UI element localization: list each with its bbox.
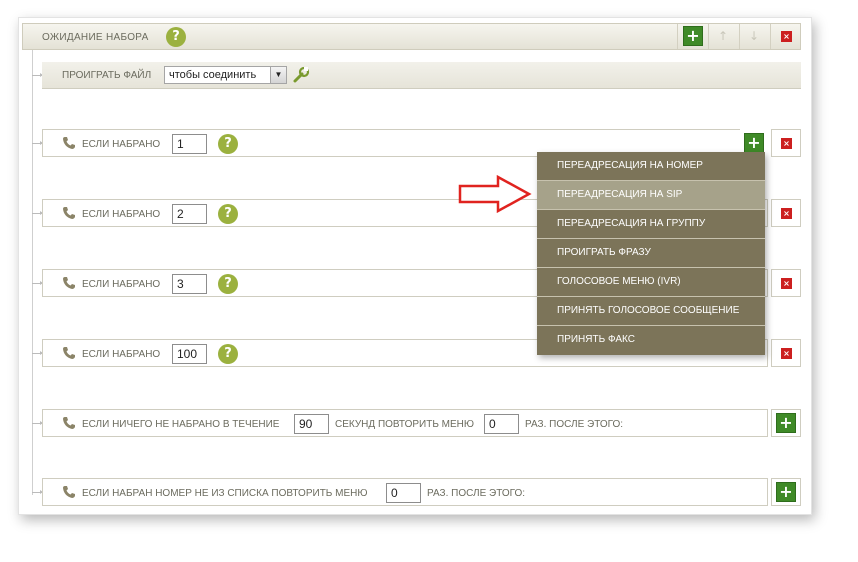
delete-icon[interactable]: × <box>781 31 792 42</box>
chevron-down-icon[interactable]: ▼ <box>270 67 286 83</box>
phone-icon <box>63 207 75 219</box>
separator <box>708 24 709 49</box>
phone-icon <box>63 486 75 498</box>
dial-option-label: ЕСЛИ НАБРАНО <box>82 279 161 290</box>
pointer-arrow-icon <box>458 175 532 213</box>
play-file-select[interactable]: чтобы соединить ▼ <box>164 66 287 84</box>
play-file-label: ПРОИГРАТЬ ФАЙЛ <box>62 70 152 81</box>
menu-item-voicemail[interactable]: ПРИНЯТЬ ГОЛОСОВОЕ СООБЩЕНИЕ <box>537 297 765 326</box>
menu-item-voice-menu[interactable]: ГОЛОСОВОЕ МЕНЮ (IVR) <box>537 268 765 297</box>
tree-connector <box>32 73 43 77</box>
delete-box: × <box>771 339 801 367</box>
play-file-select-value: чтобы соединить <box>169 69 257 81</box>
add-action-box: + <box>771 478 801 506</box>
add-action-button[interactable]: + <box>776 482 796 502</box>
menu-item-play-phrase[interactable]: ПРОИГРАТЬ ФРАЗУ <box>537 239 765 268</box>
separator <box>677 24 678 49</box>
separator <box>770 24 771 49</box>
menu-item-forward-sip[interactable]: ПЕРЕАДРЕСАЦИЯ НА SIP <box>537 181 765 210</box>
page-title: ОЖИДАНИЕ НАБОРА <box>42 32 149 43</box>
wrench-icon[interactable] <box>292 66 310 84</box>
delete-box: × <box>771 269 801 297</box>
dial-option-label: ЕСЛИ НАБРАНО <box>82 209 161 220</box>
action-dropdown-menu: ПЕРЕАДРЕСАЦИЯ НА НОМЕР ПЕРЕАДРЕСАЦИЯ НА … <box>537 152 765 355</box>
move-up-icon[interactable]: ↑ <box>716 28 730 44</box>
repeat-label: СЕКУНД ПОВТОРИТЬ МЕНЮ <box>335 419 474 430</box>
repeat-times-input[interactable]: 0 <box>386 483 421 503</box>
add-action-box: + <box>771 409 801 437</box>
add-action-button[interactable]: + <box>776 413 796 433</box>
digit-input[interactable]: 2 <box>172 204 207 224</box>
delete-icon[interactable]: × <box>781 348 792 359</box>
invalid-number-label: ЕСЛИ НАБРАН НОМЕР НЕ ИЗ СПИСКА ПОВТОРИТЬ… <box>82 488 368 499</box>
menu-item-forward-group[interactable]: ПЕРЕАДРЕСАЦИЯ НА ГРУППУ <box>537 210 765 239</box>
timeout-label: ЕСЛИ НИЧЕГО НЕ НАБРАНО В ТЕЧЕНИЕ <box>82 419 280 430</box>
add-action-button[interactable]: + <box>744 133 764 153</box>
help-icon[interactable]: ? <box>218 204 238 224</box>
play-file-row: ПРОИГРАТЬ ФАЙЛ чтобы соединить ▼ <box>42 62 801 89</box>
digit-input[interactable]: 100 <box>172 344 207 364</box>
phone-icon <box>63 277 75 289</box>
after-label: РАЗ. ПОСЛЕ ЭТОГО: <box>427 488 526 499</box>
dial-option-label: ЕСЛИ НАБРАНО <box>82 349 161 360</box>
delete-icon[interactable]: × <box>781 138 792 149</box>
tree-connector <box>32 490 43 494</box>
delete-box: × <box>771 129 801 157</box>
help-icon[interactable]: ? <box>166 27 186 47</box>
help-icon[interactable]: ? <box>218 274 238 294</box>
tree-connector <box>32 211 43 215</box>
tree-line <box>32 50 33 495</box>
tree-connector <box>32 351 43 355</box>
dial-option-label: ЕСЛИ НАБРАНО <box>82 139 161 150</box>
menu-item-fax[interactable]: ПРИНЯТЬ ФАКС <box>537 326 765 355</box>
add-button[interactable]: + <box>683 26 703 46</box>
delete-icon[interactable]: × <box>781 278 792 289</box>
invalid-number-row: ЕСЛИ НАБРАН НОМЕР НЕ ИЗ СПИСКА ПОВТОРИТЬ… <box>42 478 768 506</box>
tree-connector <box>32 141 43 145</box>
repeat-times-input[interactable]: 0 <box>484 414 519 434</box>
tree-connector <box>32 421 43 425</box>
phone-icon <box>63 347 75 359</box>
digit-input[interactable]: 3 <box>172 274 207 294</box>
timeout-seconds-input[interactable]: 90 <box>294 414 329 434</box>
menu-item-forward-number[interactable]: ПЕРЕАДРЕСАЦИЯ НА НОМЕР <box>537 152 765 181</box>
separator <box>739 24 740 49</box>
dial-wait-header: ОЖИДАНИЕ НАБОРА ? + ↑ ↓ × <box>22 23 801 50</box>
tree-connector <box>32 281 43 285</box>
timeout-row: ЕСЛИ НИЧЕГО НЕ НАБРАНО В ТЕЧЕНИЕ 90 СЕКУ… <box>42 409 768 437</box>
help-icon[interactable]: ? <box>218 134 238 154</box>
delete-box: × <box>771 199 801 227</box>
after-label: РАЗ. ПОСЛЕ ЭТОГО: <box>525 419 624 430</box>
delete-icon[interactable]: × <box>781 208 792 219</box>
digit-input[interactable]: 1 <box>172 134 207 154</box>
phone-icon <box>63 137 75 149</box>
move-down-icon[interactable]: ↓ <box>747 28 761 44</box>
phone-icon <box>63 417 75 429</box>
help-icon[interactable]: ? <box>218 344 238 364</box>
